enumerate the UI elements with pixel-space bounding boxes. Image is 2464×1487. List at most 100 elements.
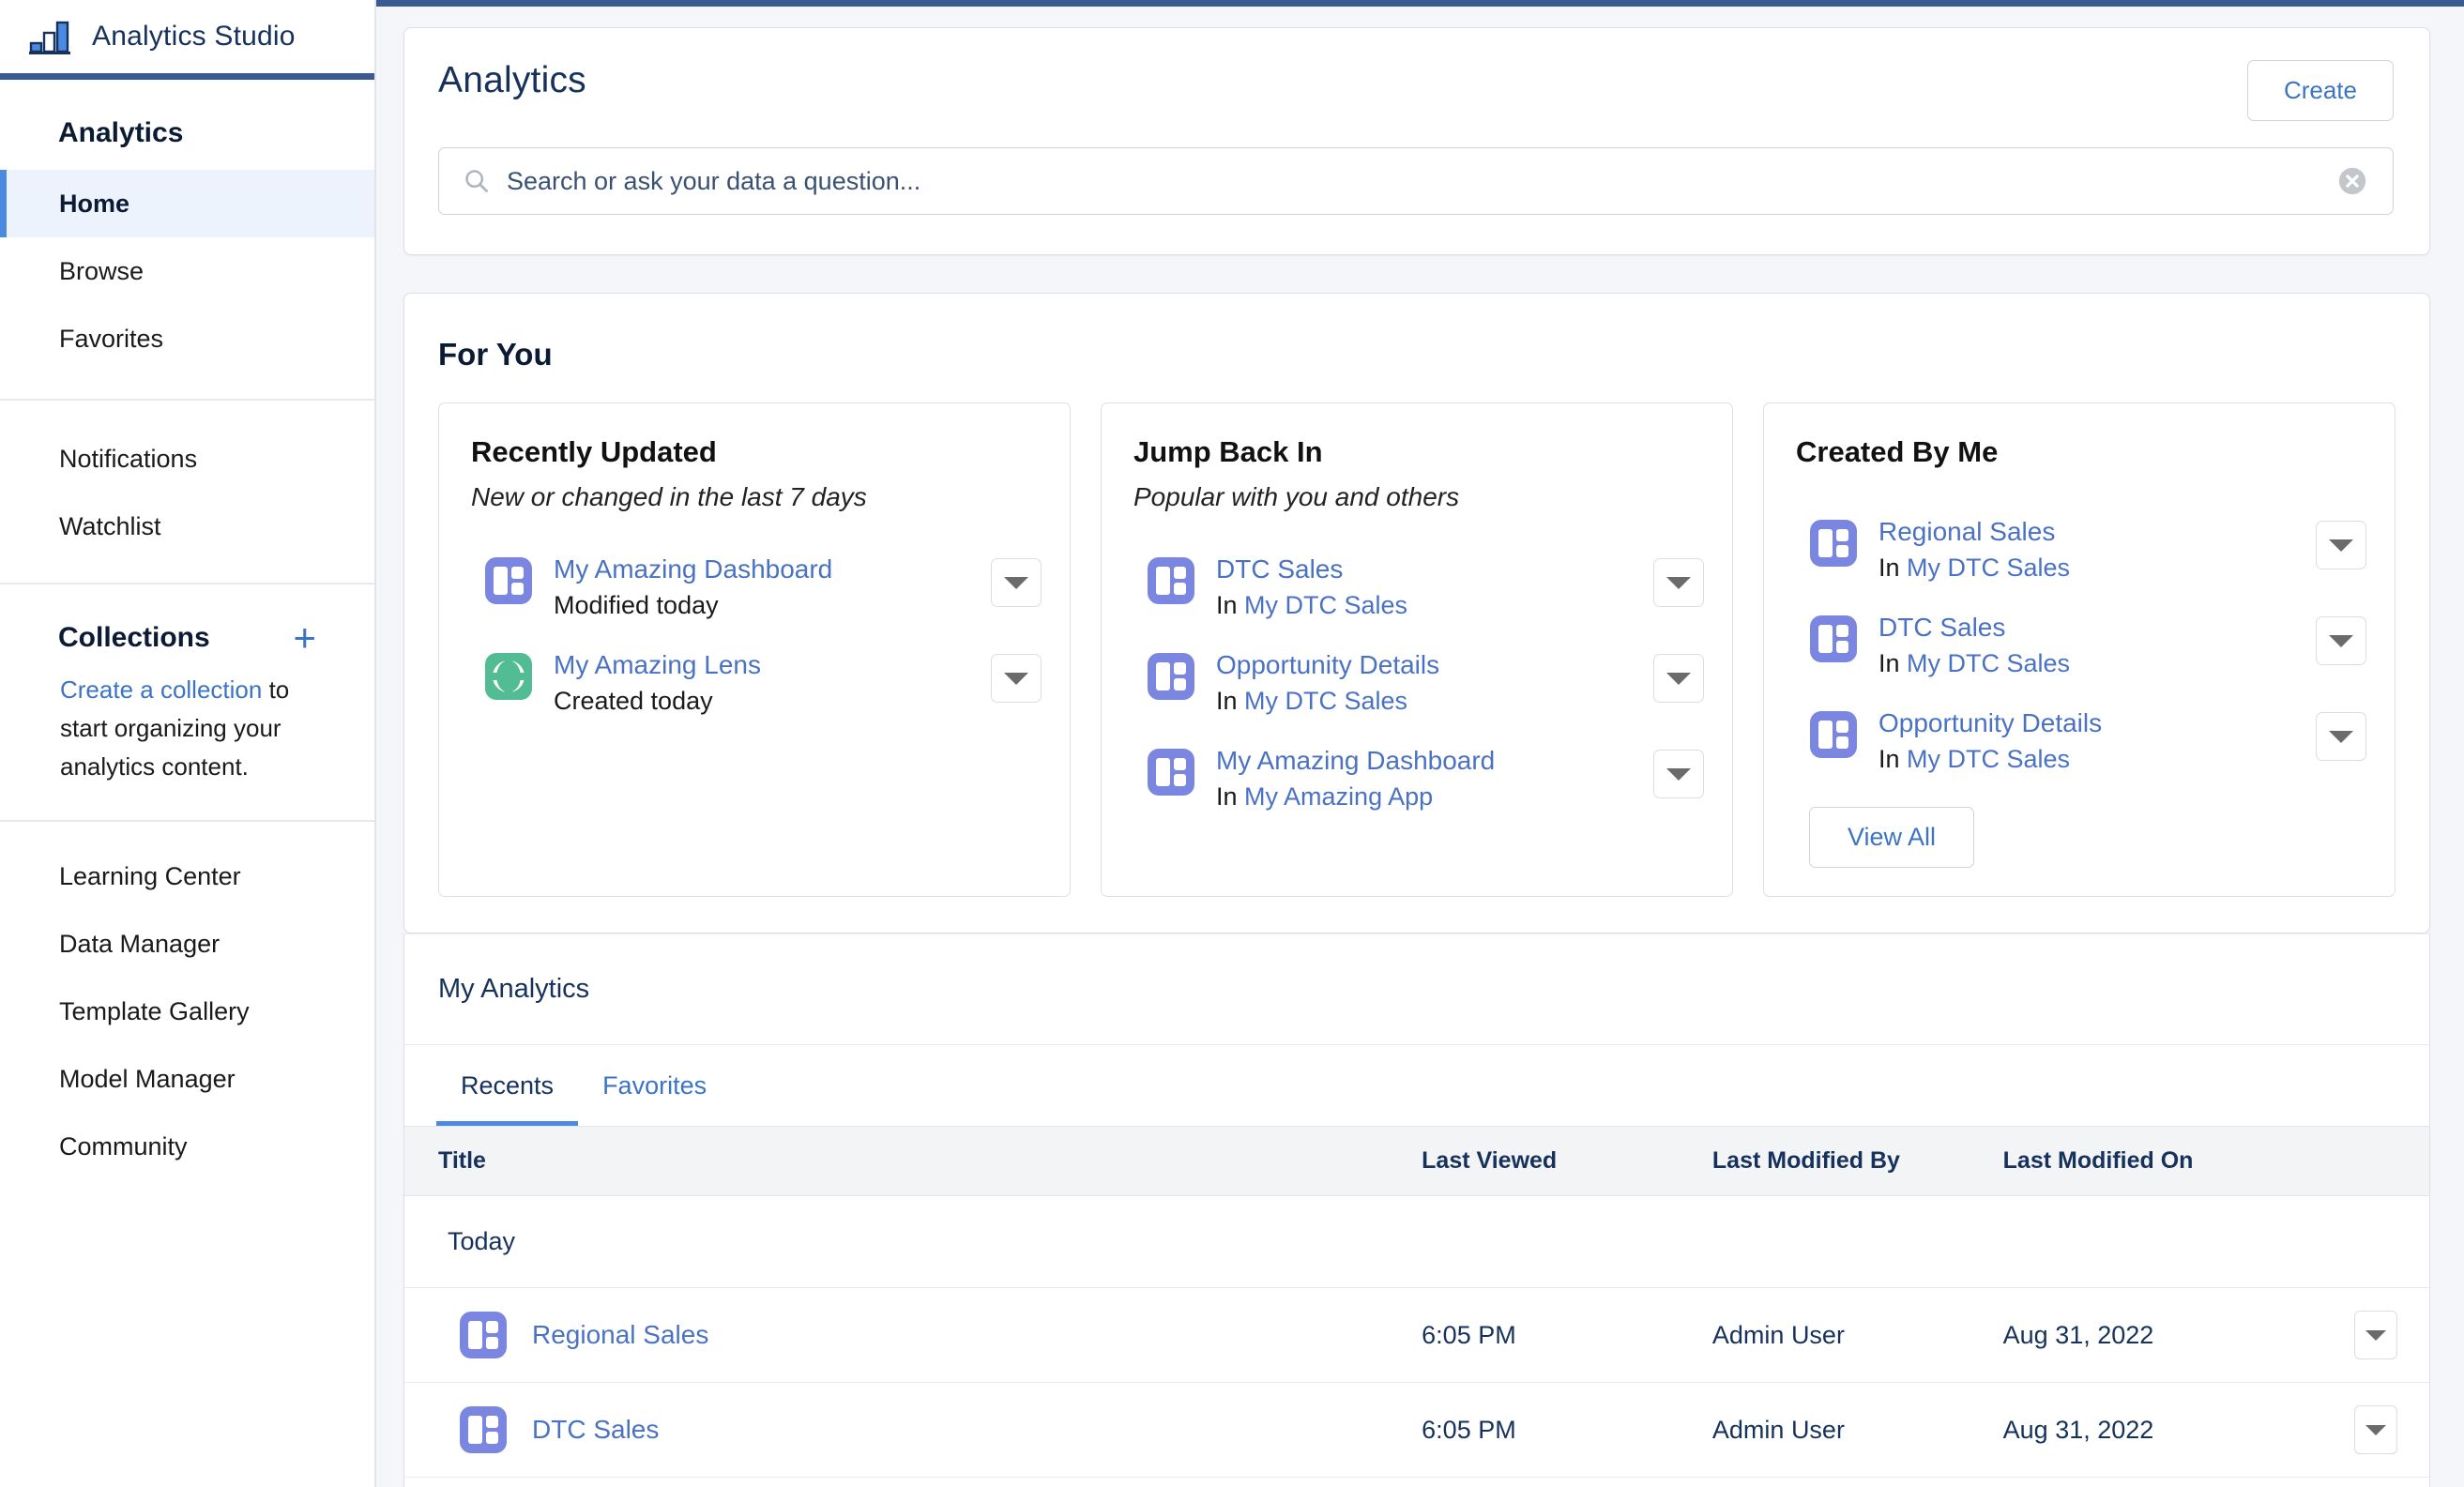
search-input[interactable]	[490, 166, 2336, 196]
sidebar-item-data-manager[interactable]: Data Manager	[0, 910, 374, 978]
row-menu-button[interactable]	[2316, 521, 2366, 569]
sidebar-item-label: Home	[59, 189, 130, 218]
table-group-header: Today	[404, 1195, 2429, 1288]
brand-header[interactable]: Analytics Studio	[0, 0, 374, 73]
item-meta-prefix: In	[1216, 687, 1245, 715]
create-a-collection-link[interactable]: Create a collection	[60, 675, 262, 704]
sidebar-item-label: Template Gallery	[59, 996, 250, 1025]
item-container-link[interactable]: My DTC Sales	[1244, 591, 1407, 619]
create-button[interactable]: Create	[2246, 60, 2394, 121]
bar-chart-icon	[29, 21, 70, 54]
item-meta-prefix: In	[1216, 591, 1245, 619]
row-title-link[interactable]: Regional Sales	[532, 1320, 708, 1350]
item-meta: Modified today	[554, 591, 719, 619]
item-meta: In My DTC Sales	[1878, 551, 2295, 584]
sidebar-item-template-gallery[interactable]: Template Gallery	[0, 978, 374, 1045]
sidebar-item-home[interactable]: Home	[0, 170, 374, 237]
sidebar-item-learning-center[interactable]: Learning Center	[0, 842, 374, 910]
dashboard-icon	[1148, 557, 1194, 604]
item-title-link[interactable]: DTC Sales	[1878, 611, 2295, 645]
row-menu-button[interactable]	[2316, 616, 2366, 665]
column-header-last-viewed[interactable]: Last Viewed	[1422, 1126, 1712, 1196]
row-menu-button[interactable]	[1653, 654, 1704, 703]
list-item[interactable]: DTC Sales In My DTC Sales	[1133, 539, 1704, 634]
dashboard-icon	[1810, 615, 1857, 662]
clear-search-button[interactable]	[2336, 165, 2368, 197]
chevron-down-icon	[2329, 634, 2353, 647]
tab-bar: Recents Favorites	[404, 1045, 2429, 1126]
chevron-down-icon	[1004, 576, 1028, 589]
clear-circle-icon	[2338, 167, 2366, 195]
card-created-by-me: Created By Me Regional Sales In My DTC S…	[1763, 402, 2396, 897]
sidebar-item-watchlist[interactable]: Watchlist	[0, 493, 374, 560]
item-title-link[interactable]: Opportunity Details	[1216, 648, 1633, 682]
item-title-link[interactable]: My Amazing Lens	[554, 648, 970, 682]
row-title-link[interactable]: DTC Sales	[532, 1415, 659, 1445]
card-title: Jump Back In	[1133, 435, 1323, 468]
dashboard-icon	[460, 1406, 507, 1453]
tab-favorites[interactable]: Favorites	[578, 1045, 731, 1126]
column-header-title[interactable]: Title	[404, 1126, 1422, 1196]
my-analytics-label: My Analytics	[438, 974, 590, 1004]
search-bar[interactable]	[438, 147, 2394, 215]
sidebar-item-label: Favorites	[59, 324, 164, 353]
list-item[interactable]: DTC Sales In My DTC Sales	[1796, 597, 2366, 692]
sidebar: Analytics Studio Analytics Home Browse F…	[0, 0, 376, 1487]
row-menu-button[interactable]	[991, 654, 1042, 703]
for-you-title: For You	[438, 337, 553, 372]
sidebar-item-favorites[interactable]: Favorites	[0, 305, 374, 372]
collections-description: Create a collection to start organizing …	[0, 654, 374, 786]
column-header-last-modified-by[interactable]: Last Modified By	[1711, 1126, 2003, 1196]
row-menu-button[interactable]	[2354, 1405, 2397, 1454]
item-meta: In My DTC Sales	[1216, 588, 1633, 622]
row-menu-button[interactable]	[2316, 712, 2366, 761]
tab-recents[interactable]: Recents	[436, 1045, 579, 1126]
item-container-link[interactable]: My DTC Sales	[1907, 554, 2070, 582]
sidebar-item-browse[interactable]: Browse	[0, 237, 374, 305]
view-all-button[interactable]: View All	[1809, 807, 1975, 868]
item-container-link[interactable]: My DTC Sales	[1244, 687, 1407, 715]
item-title-link[interactable]: My Amazing Dashboard	[1216, 744, 1633, 778]
table-row[interactable]: Regional Sales 6:05 PM Admin User Aug 31…	[404, 1287, 2429, 1383]
chevron-down-icon	[1666, 576, 1691, 589]
row-menu-button[interactable]	[991, 558, 1042, 607]
item-title-link[interactable]: DTC Sales	[1216, 553, 1633, 586]
list-item[interactable]: Opportunity Details In My DTC Sales	[1796, 692, 2366, 788]
card-jump-back-in: Jump Back In Popular with you and others	[1101, 402, 1733, 897]
cell-actions	[2313, 1382, 2429, 1478]
table-row[interactable]: Opportunity Details 6:05 PM Admin User A…	[404, 1477, 2429, 1487]
item-title-link[interactable]: Regional Sales	[1878, 515, 2295, 549]
card-recently-updated: Recently Updated New or changed in the l…	[438, 402, 1071, 897]
cell-title: DTC Sales	[404, 1382, 1422, 1478]
list-item[interactable]: Opportunity Details In My DTC Sales	[1133, 634, 1704, 730]
list-item[interactable]: My Amazing Dashboard In My Amazing App	[1133, 730, 1704, 826]
table-row[interactable]: DTC Sales 6:05 PM Admin User Aug 31, 202…	[404, 1382, 2429, 1478]
sidebar-footer-nav: Learning Center Data Manager Template Ga…	[0, 822, 374, 1180]
list-item[interactable]: Regional Sales In My DTC Sales	[1796, 501, 2366, 597]
item-title-link[interactable]: My Amazing Dashboard	[554, 553, 970, 586]
list-item[interactable]: My Amazing Dashboard Modified today	[471, 539, 1042, 634]
row-menu-button[interactable]	[1653, 750, 1704, 798]
analytics-studio-app: Analytics Studio Analytics Home Browse F…	[0, 0, 2464, 1487]
sidebar-item-model-manager[interactable]: Model Manager	[0, 1045, 374, 1113]
item-title-link[interactable]: Opportunity Details	[1878, 706, 2295, 740]
sidebar-item-label: Watchlist	[59, 511, 161, 540]
chevron-down-icon	[2365, 1424, 2386, 1435]
sidebar-secondary-nav: Notifications Watchlist	[0, 401, 374, 560]
column-header-last-modified-on[interactable]: Last Modified On	[2002, 1126, 2314, 1196]
item-container-link[interactable]: My DTC Sales	[1907, 745, 2070, 773]
dashboard-icon	[1148, 653, 1194, 700]
sidebar-item-label: Notifications	[59, 444, 198, 473]
sidebar-item-community[interactable]: Community	[0, 1113, 374, 1180]
dashboard-icon	[1810, 520, 1857, 567]
list-item[interactable]: My Amazing Lens Created today	[471, 634, 1042, 730]
plus-icon[interactable]: +	[293, 618, 316, 658]
sidebar-item-notifications[interactable]: Notifications	[0, 425, 374, 493]
table-body: Today Regional Sales 6:05 PM Admin User …	[404, 1195, 2429, 1487]
item-container-link[interactable]: My DTC Sales	[1907, 649, 2070, 677]
chevron-down-icon	[2329, 730, 2353, 743]
cell-last-modified-on: Aug 31, 2022	[2002, 1287, 2314, 1383]
row-menu-button[interactable]	[2354, 1311, 2397, 1359]
row-menu-button[interactable]	[1653, 558, 1704, 607]
item-container-link[interactable]: My Amazing App	[1244, 782, 1433, 811]
